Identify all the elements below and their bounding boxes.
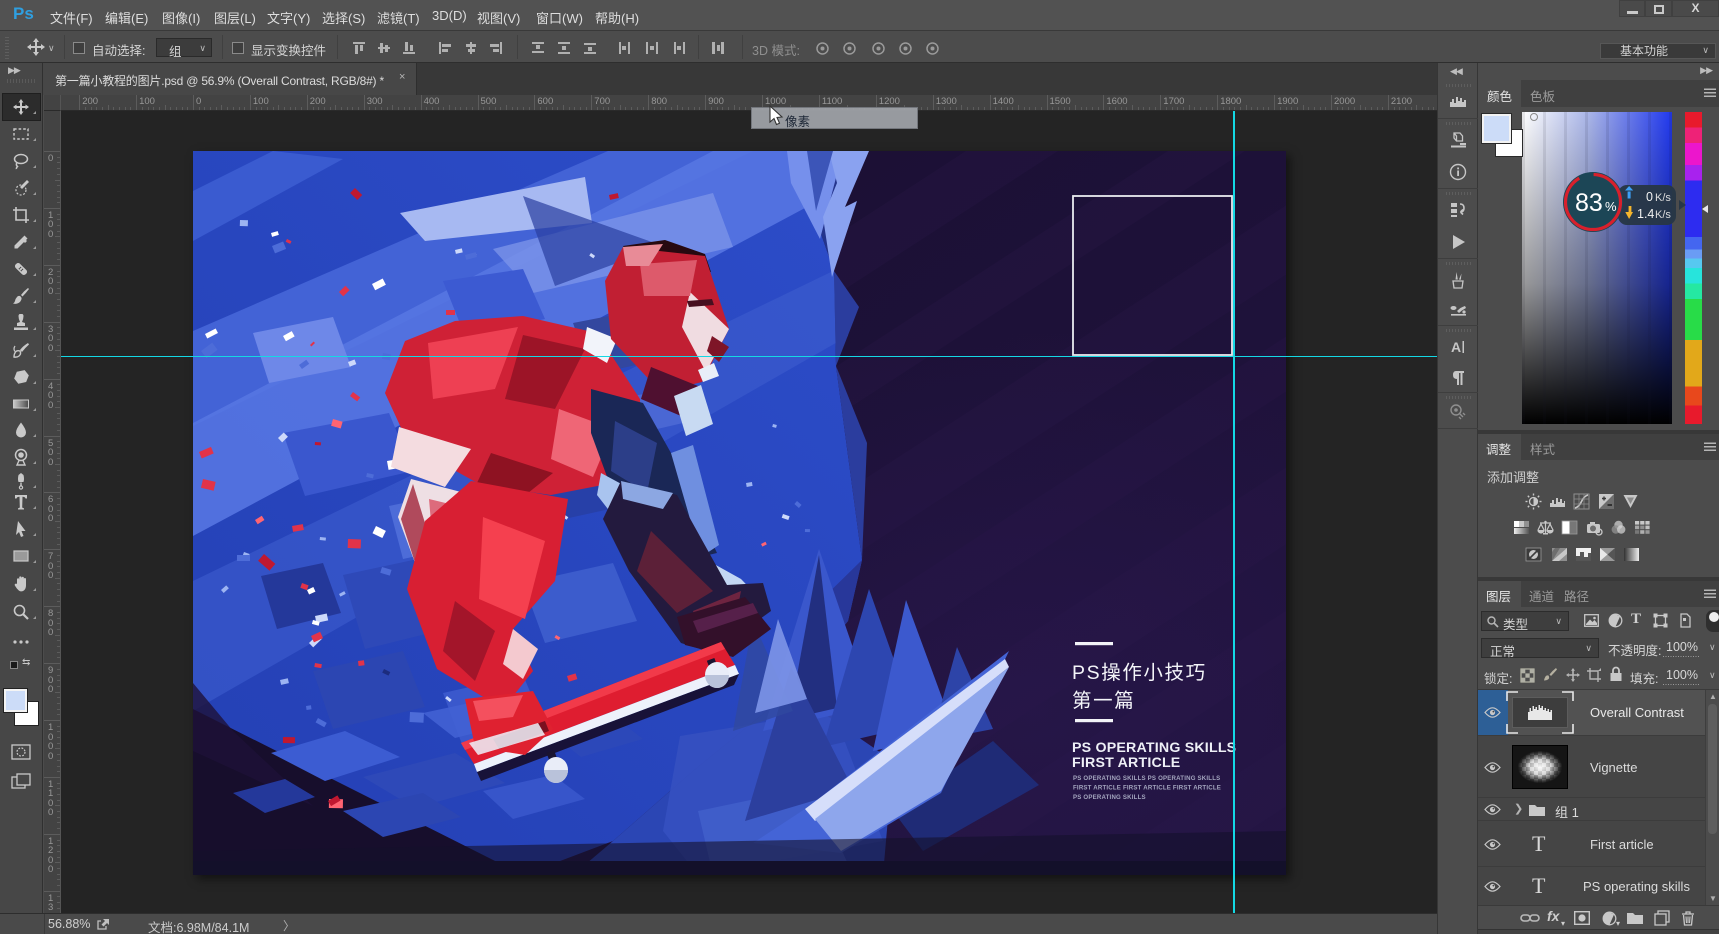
svg-text:1.4: 1.4: [1637, 207, 1654, 221]
svg-text:%: %: [1605, 199, 1617, 214]
svg-text:PS OPERATING SKILLS PS OPERATI: PS OPERATING SKILLS PS OPERATING SKILLS: [1073, 775, 1220, 782]
svg-text:K/s: K/s: [1655, 209, 1671, 221]
svg-text:0: 0: [1646, 190, 1653, 204]
svg-text:PS OPERATING SKILLS: PS OPERATING SKILLS: [1072, 740, 1236, 756]
svg-text:PS操作小技巧: PS操作小技巧: [1072, 656, 1207, 685]
svg-text:FIRST ARTICLE FIRST ARTICLE FI: FIRST ARTICLE FIRST ARTICLE FIRST ARTICL…: [1073, 785, 1221, 792]
svg-text:第一篇: 第一篇: [1072, 684, 1135, 713]
svg-text:A: A: [1451, 339, 1461, 355]
svg-text:PS OPERATING SKILLS: PS OPERATING SKILLS: [1073, 794, 1146, 801]
svg-text:K/s: K/s: [1655, 192, 1671, 204]
svg-text:FIRST ARTICLE: FIRST ARTICLE: [1072, 755, 1180, 771]
svg-text:83: 83: [1575, 189, 1603, 217]
